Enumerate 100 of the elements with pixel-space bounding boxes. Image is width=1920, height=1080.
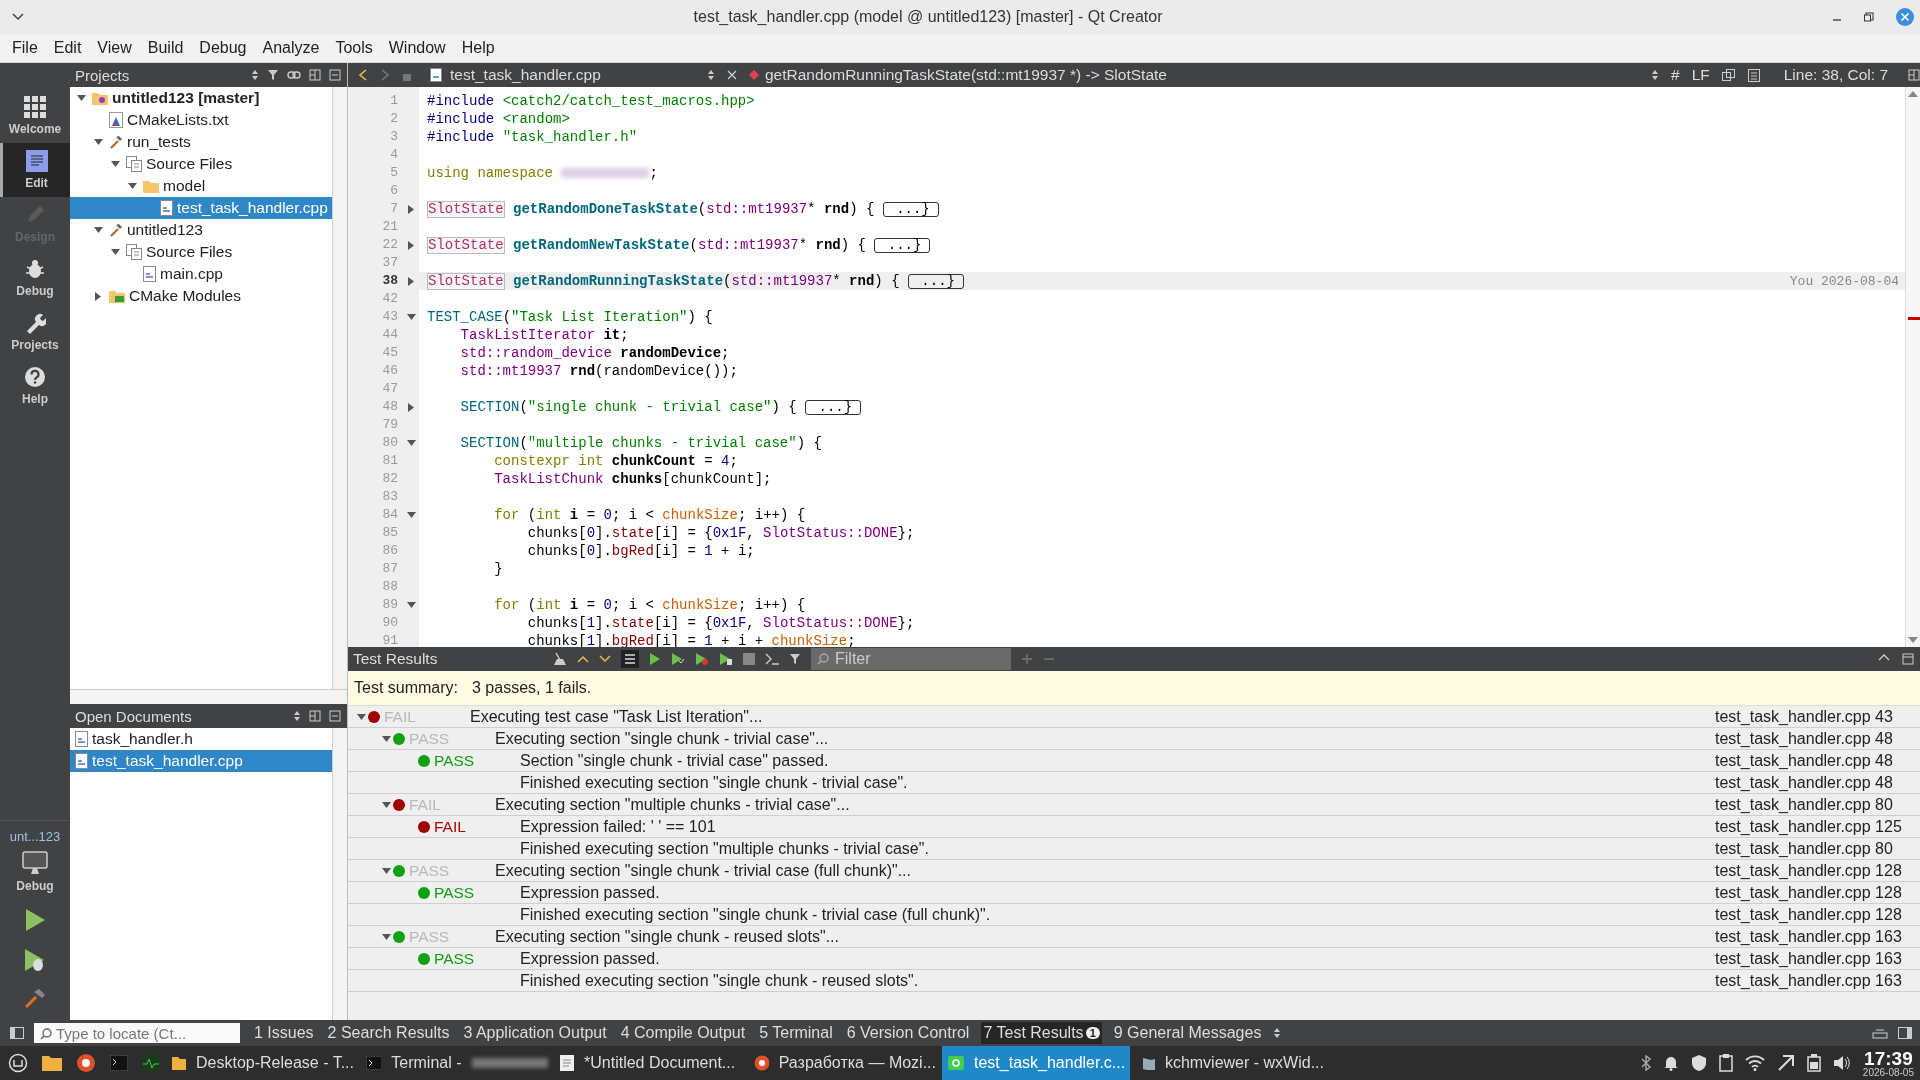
expanded-arrow-icon[interactable] (110, 249, 120, 255)
menu-item[interactable]: View (89, 39, 140, 57)
battery-icon[interactable] (1806, 1054, 1821, 1072)
folded-code-marker[interactable]: ...} (882, 201, 939, 217)
scroll-up-icon[interactable] (1908, 91, 1918, 97)
close-pane-icon[interactable] (329, 69, 341, 81)
clock-date[interactable]: 2026-08-05 (1862, 1067, 1914, 1078)
mode-button[interactable]: Debug (0, 251, 70, 305)
windows-icon[interactable] (1721, 69, 1736, 81)
start-menu-icon[interactable] (8, 1053, 28, 1073)
split-icon[interactable] (309, 710, 321, 722)
expanded-arrow-icon[interactable] (406, 512, 416, 518)
updown-arrows-icon[interactable] (251, 69, 259, 81)
mode-button[interactable]: Edit (0, 143, 70, 197)
expanded-arrow-icon[interactable] (93, 227, 103, 233)
output-tab[interactable]: 4 Compile Output (618, 1022, 748, 1044)
tree-item[interactable]: Source Files (70, 153, 332, 175)
scroll-down-icon[interactable] (1908, 637, 1918, 643)
expanded-arrow-icon[interactable] (406, 314, 416, 320)
split-icon[interactable] (1908, 69, 1920, 81)
menu-item[interactable]: Analyze (254, 39, 328, 57)
tree-item[interactable]: test_task_handler.cpp (70, 197, 332, 219)
clipboard-icon[interactable] (1718, 1054, 1733, 1072)
mode-button[interactable]: Help (0, 359, 70, 413)
output-tab[interactable]: 2 Search Results (325, 1022, 452, 1044)
mode-button[interactable]: Projects (0, 305, 70, 359)
test-result-row[interactable]: PASS Expression passed. test_task_handler.cpp 163 (348, 948, 1920, 970)
collapsed-arrow-icon[interactable] (408, 402, 414, 412)
output-tab[interactable]: 9 General Messages (1111, 1022, 1264, 1044)
scrollbar[interactable] (332, 728, 347, 1020)
sidebar-toggle-icon[interactable] (10, 1027, 24, 1039)
expanded-arrow-icon[interactable] (406, 440, 416, 446)
menu-item[interactable]: Edit (45, 39, 90, 57)
folded-code-marker[interactable]: ...} (907, 273, 964, 289)
scrollbar[interactable] (1905, 87, 1920, 647)
tree-item[interactable]: untitled123 [master] (70, 87, 332, 109)
browser-icon[interactable] (76, 1053, 96, 1073)
test-result-row[interactable]: Finished executing section "single chunk - trivial case (full chunk)". test_task_handler.cpp 128 (348, 904, 1920, 926)
maximize-pane-icon[interactable] (1902, 653, 1914, 665)
filter-icon[interactable] (789, 653, 801, 665)
terminal-icon[interactable] (110, 1055, 128, 1071)
hash-button[interactable]: # (1671, 66, 1680, 84)
bluetooth-icon[interactable] (1640, 1055, 1651, 1071)
output-tab[interactable]: 1 Issues (252, 1022, 316, 1044)
shield-icon[interactable] (1690, 1054, 1707, 1072)
test-result-row[interactable]: Finished executing section "single chunk - trivial case". test_task_handler.cpp 48 (348, 772, 1920, 794)
taskbar-window-button[interactable]: *Untitled Document... (554, 1046, 742, 1080)
cursor-position[interactable]: Line: 38, Col: 7 (1783, 66, 1888, 84)
menu-item[interactable]: File (4, 39, 46, 57)
menu-chevron-icon[interactable] (12, 13, 24, 21)
expanded-arrow-icon[interactable] (76, 95, 86, 101)
link-icon[interactable] (287, 70, 301, 80)
run-icon[interactable] (24, 908, 46, 932)
expanded-arrow-icon[interactable] (381, 735, 391, 742)
close-icon[interactable] (727, 70, 737, 80)
output-tab[interactable]: 3 Application Output (461, 1022, 609, 1044)
tree-item[interactable]: CMake Modules (70, 285, 332, 307)
test-result-row[interactable]: FAIL Expression failed: ' ' == 101 test_task_handler.cpp 125 (348, 816, 1920, 838)
menu-item[interactable]: Help (453, 39, 503, 57)
collapsed-arrow-icon[interactable] (408, 276, 414, 286)
run-failed-icon[interactable] (695, 652, 709, 666)
open-document-item[interactable]: task_handler.h (70, 728, 332, 750)
updown-arrows-icon[interactable] (293, 710, 301, 722)
taskbar-window-button[interactable]: kchmviewer - wxWid... (1136, 1046, 1324, 1080)
locate-field[interactable]: Type to locate (Ct... (34, 1023, 240, 1043)
expanded-arrow-icon[interactable] (356, 713, 366, 720)
tree-item[interactable]: model (70, 175, 332, 197)
monitor-icon[interactable] (142, 1055, 160, 1071)
back-icon[interactable] (358, 69, 368, 81)
taskbar-window-button[interactable]: test_task_handler.c... (942, 1046, 1130, 1080)
broom-icon[interactable] (553, 652, 567, 666)
taskbar-window-button[interactable]: Разработка — Mozi... (748, 1046, 936, 1080)
wifi-icon[interactable] (1744, 1055, 1765, 1071)
tree-item[interactable]: run_tests (70, 131, 332, 153)
test-result-row[interactable]: Finished executing section "multiple chunks - trivial case". test_task_handler.cpp 80 (348, 838, 1920, 860)
run-icon[interactable] (649, 652, 661, 666)
test-result-row[interactable]: PASS Expression passed. test_task_handler.cpp 128 (348, 882, 1920, 904)
clock-time[interactable]: 17:39 (1864, 1048, 1913, 1068)
file-selector[interactable]: test_task_handler.cpp (424, 66, 715, 84)
output-tab[interactable]: 6 Version Control (844, 1022, 972, 1044)
panel-toggle-icon[interactable] (1898, 1027, 1912, 1039)
line-ending-button[interactable]: LF (1691, 66, 1710, 84)
tree-item[interactable]: CMakeLists.txt (70, 109, 332, 131)
maximize-icon[interactable] (1864, 12, 1874, 22)
expanded-arrow-icon[interactable] (93, 139, 103, 145)
expanded-arrow-icon[interactable] (127, 183, 137, 189)
mode-button[interactable]: Welcome (0, 89, 70, 143)
menu-item[interactable]: Window (380, 39, 454, 57)
bell-icon[interactable] (1662, 1055, 1679, 1071)
menu-item[interactable]: Tools (327, 39, 381, 57)
collapsed-arrow-icon[interactable] (408, 240, 414, 250)
expanded-arrow-icon[interactable] (406, 602, 416, 608)
output-tab[interactable]: 5 Terminal (757, 1022, 835, 1044)
hammer-icon[interactable] (24, 988, 46, 1008)
run-selected-icon[interactable] (671, 652, 685, 666)
expanded-arrow-icon[interactable] (381, 801, 391, 808)
collapse-icon[interactable] (1878, 653, 1890, 661)
document-icon[interactable] (1747, 68, 1760, 82)
folder-icon[interactable] (42, 1055, 62, 1071)
filter-field[interactable]: Filter (811, 648, 1011, 670)
